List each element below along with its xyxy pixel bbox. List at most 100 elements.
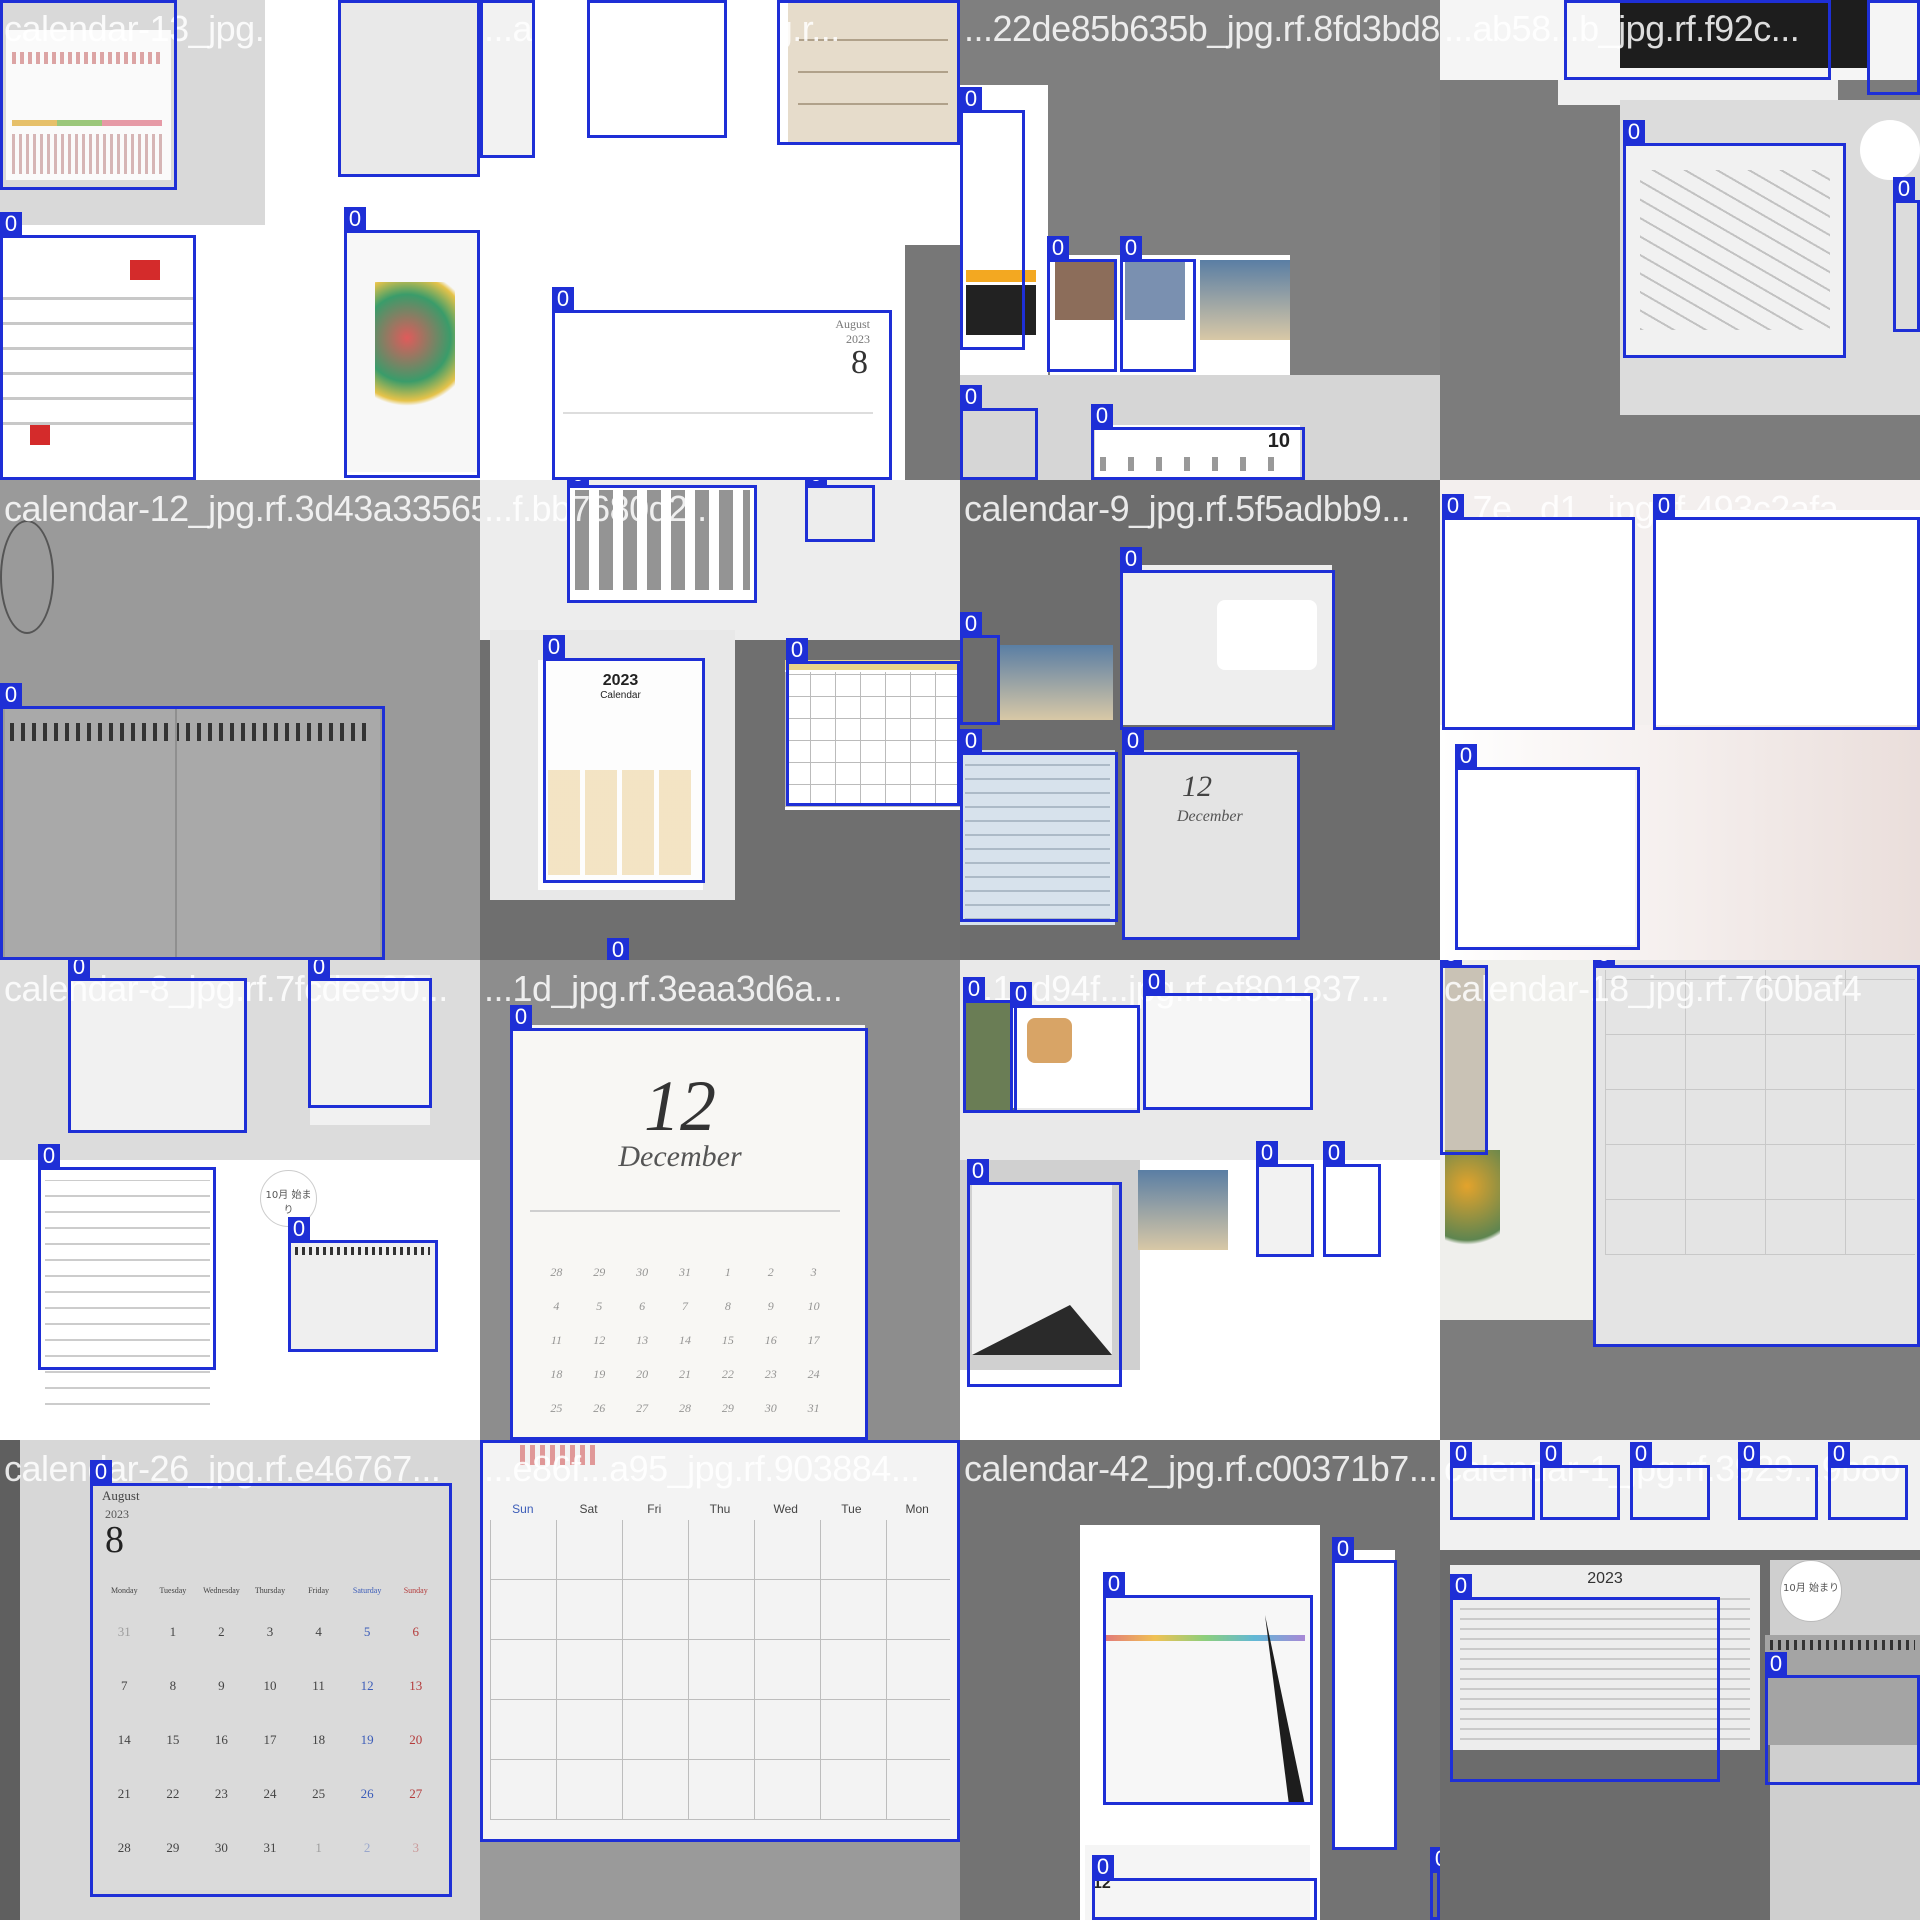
detection-box[interactable]: 0 bbox=[960, 729, 1118, 922]
detection-box[interactable]: 0 bbox=[1332, 1537, 1397, 1850]
detection-box[interactable]: 0 bbox=[960, 385, 1038, 480]
detection-box[interactable]: 0 bbox=[90, 1460, 452, 1897]
class-label: 0 bbox=[1256, 1141, 1278, 1165]
class-label: 0 bbox=[960, 612, 982, 636]
detection-box[interactable]: 0 bbox=[543, 635, 705, 883]
detection-box[interactable]: 0 bbox=[967, 1159, 1122, 1387]
detection-box[interactable]: 0 bbox=[288, 1217, 438, 1352]
class-label: 0 bbox=[960, 385, 982, 409]
detection-box[interactable]: 0 bbox=[960, 612, 1000, 725]
class-label: 0 bbox=[1122, 729, 1144, 753]
detection-box[interactable]: 0 bbox=[1593, 960, 1920, 1347]
detection-box[interactable]: 0 bbox=[1092, 1855, 1317, 1920]
detection-box[interactable]: 0 bbox=[308, 960, 432, 1108]
detection-box[interactable]: 0 bbox=[552, 287, 892, 480]
class-label: 0 bbox=[510, 1005, 532, 1029]
detection-box[interactable]: 0 bbox=[344, 207, 480, 478]
class-label: 0 bbox=[308, 960, 330, 979]
detection-box[interactable]: 0 bbox=[1430, 1847, 1440, 1920]
class-label: 0 bbox=[1893, 177, 1915, 201]
detection-box[interactable]: 0 bbox=[963, 977, 1017, 1113]
detection-box[interactable]: 0 bbox=[1120, 547, 1335, 730]
badge bbox=[1860, 120, 1920, 180]
class-label: 0 bbox=[1323, 1141, 1345, 1165]
detection-box[interactable]: 0 bbox=[1256, 1141, 1314, 1257]
tile-4: ...ab58...b_jpg.rf.f92c... 0 0 0 0 bbox=[1440, 0, 1920, 480]
detection-box[interactable]: 0 bbox=[510, 1005, 868, 1440]
detection-box[interactable]: 0 bbox=[805, 480, 875, 542]
tile-2: August 2023 8 ...a476e...4f54e_jpg.r... … bbox=[480, 0, 960, 480]
tile-title: calendar-42_jpg.rf.c00371b7... bbox=[964, 1448, 1438, 1489]
tile-3: 10 ...22de85b635b_jpg.rf.8fd3bd8d... 0 0… bbox=[960, 0, 1440, 480]
detection-box[interactable]: 0 bbox=[1010, 982, 1140, 1113]
detection-box[interactable]: 0 bbox=[786, 638, 960, 806]
class-label: 0 bbox=[68, 960, 90, 979]
class-label: 0 bbox=[1765, 1652, 1787, 1676]
tile-10: 12 December 28 29 30 31 1 2 3 4 5 6 7 8 9 10 11 12 13 14 1… bbox=[480, 960, 960, 1440]
class-label: 0 bbox=[38, 1144, 60, 1168]
detection-box[interactable]: 0 bbox=[1323, 1141, 1381, 1257]
detection-box[interactable]: 0 bbox=[777, 0, 960, 145]
detection-box[interactable]: 0 bbox=[1623, 120, 1846, 358]
tile-1: calendar-13_jpg.rf. 0 0 0 0 bbox=[0, 0, 480, 480]
detection-box[interactable]: 0 bbox=[0, 683, 385, 960]
detection-box[interactable]: 0 bbox=[1103, 1572, 1313, 1805]
detection-box[interactable]: 0 bbox=[1455, 744, 1640, 950]
detection-box[interactable]: 0 bbox=[1540, 1442, 1620, 1520]
class-label: 0 bbox=[1047, 236, 1069, 260]
detection-box[interactable]: 0 bbox=[1738, 1442, 1818, 1520]
class-label: 0 bbox=[1010, 982, 1032, 1006]
detection-box[interactable]: 0 bbox=[1120, 236, 1196, 372]
detection-box[interactable]: 0 bbox=[1564, 0, 1831, 80]
class-label: 0 bbox=[1593, 960, 1615, 966]
class-label: 0 bbox=[1120, 236, 1142, 260]
detection-box[interactable]: 0 bbox=[1893, 177, 1920, 332]
detection-box[interactable]: 0 bbox=[38, 1144, 216, 1370]
class-label: 0 bbox=[587, 0, 609, 1]
detection-box[interactable]: 0 bbox=[1450, 1442, 1535, 1520]
detection-box[interactable]: 0 bbox=[480, 1440, 960, 1842]
detection-box[interactable]: 0 bbox=[1143, 970, 1313, 1110]
class-label: 0 bbox=[607, 938, 629, 960]
class-label: 0 bbox=[1430, 1847, 1440, 1871]
class-label: 0 bbox=[288, 1217, 310, 1241]
class-label: 0 bbox=[1455, 744, 1477, 768]
class-label: 0 bbox=[1120, 547, 1142, 571]
class-label: 0 bbox=[1653, 494, 1675, 518]
detection-box[interactable]: 0 bbox=[587, 0, 727, 138]
detection-box[interactable]: 0 bbox=[1091, 404, 1305, 480]
detection-box[interactable]: 0 bbox=[480, 0, 535, 158]
class-label: 0 bbox=[1440, 960, 1462, 966]
detection-box[interactable]: 0 bbox=[1440, 960, 1488, 1155]
detection-box[interactable]: 0 bbox=[1122, 729, 1300, 940]
tile-8: ...7e...d1...jpg.rf.493c2afa 0 0 0 bbox=[1440, 480, 1920, 960]
detection-box[interactable]: 0 bbox=[1828, 1442, 1908, 1520]
detection-box[interactable]: 0 bbox=[567, 480, 757, 603]
background bbox=[905, 245, 960, 480]
detection-box[interactable]: 0 bbox=[0, 0, 177, 190]
october-badge: 10月 始まり bbox=[1780, 1560, 1842, 1622]
tile-13: August 2023 8 Monday Tuesday Wednesday T… bbox=[0, 1440, 480, 1920]
class-label: 0 bbox=[1828, 1442, 1850, 1466]
detection-box[interactable]: 0 bbox=[960, 87, 1025, 350]
class-label: 0 bbox=[786, 638, 808, 662]
detection-box[interactable]: 0 bbox=[1047, 236, 1117, 372]
detection-box[interactable]: 0 bbox=[338, 0, 480, 177]
tile-11: ...1ed94f...jpg.rf.ef801837... 0 0 0 0 0… bbox=[960, 960, 1440, 1440]
detection-box[interactable]: 0 bbox=[1653, 494, 1920, 730]
tile-14: Sun Sat Fri Thu Wed Tue Mon ...e86f...a9… bbox=[480, 1440, 960, 1920]
mosaic-grid: calendar-13_jpg.rf. 0 0 0 0 August 2023 … bbox=[0, 0, 1920, 1920]
detection-box[interactable]: 0 bbox=[0, 212, 196, 480]
class-label: 0 bbox=[0, 0, 22, 1]
detection-box[interactable]: 0 bbox=[68, 960, 247, 1133]
class-label: 0 bbox=[1103, 1572, 1125, 1596]
detection-box[interactable]: 0 bbox=[1867, 0, 1920, 95]
class-label: 0 bbox=[1092, 1855, 1114, 1879]
class-label: 0 bbox=[1450, 1574, 1472, 1598]
detection-box[interactable]: 0 bbox=[1765, 1652, 1920, 1785]
detection-box[interactable]: 0 bbox=[1442, 494, 1635, 730]
detection-box[interactable]: 0 bbox=[1450, 1574, 1720, 1782]
detection-box[interactable]: 0 bbox=[1630, 1442, 1710, 1520]
class-label: 0 bbox=[805, 480, 827, 486]
tile-9: 10月 始まり calendar-8_jpg.rf.7fcdee90... 0 … bbox=[0, 960, 480, 1440]
